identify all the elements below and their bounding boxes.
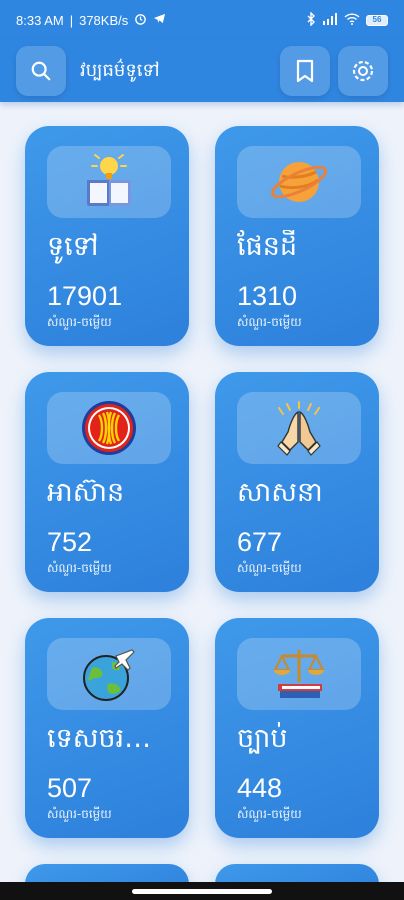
wifi-icon bbox=[344, 12, 360, 28]
count-label: សំណួរ-ចម្លើយ bbox=[237, 561, 302, 575]
settings-icon bbox=[352, 60, 374, 82]
category-name: ទូទៅ bbox=[47, 231, 99, 262]
category-name: ផែនដី bbox=[237, 231, 297, 262]
system-nav-bar bbox=[0, 882, 404, 900]
status-separator: | bbox=[69, 12, 74, 28]
signal-icon bbox=[322, 12, 338, 28]
card-thumb bbox=[237, 638, 361, 710]
question-count: 752 bbox=[47, 527, 93, 557]
status-left: 8:33 AM | 378KB/s bbox=[16, 12, 166, 28]
telegram-icon bbox=[153, 12, 166, 28]
count-label: សំណួរ-ចម្លើយ bbox=[237, 315, 302, 329]
alarm-icon bbox=[134, 12, 147, 28]
app-bar: វប្បធម៌ទូទៅ bbox=[0, 40, 404, 102]
bluetooth-icon bbox=[306, 10, 316, 29]
status-bar: 8:33 AM | 378KB/s 56 bbox=[0, 0, 404, 40]
count-label: សំណួរ-ចម្លើយ bbox=[237, 807, 302, 821]
status-right: 56 bbox=[306, 10, 388, 29]
category-card-religion[interactable]: សាសនា 677 សំណួរ-ចម្លើយ bbox=[215, 372, 379, 592]
bookmark-button[interactable] bbox=[280, 46, 330, 96]
question-count: 507 bbox=[47, 773, 93, 803]
page-title: វប្បធម៌ទូទៅ bbox=[80, 59, 160, 81]
category-name: ច្បាប់ bbox=[237, 723, 288, 754]
category-name: ទេសចរណ៍... bbox=[47, 723, 167, 754]
question-count: 17901 bbox=[47, 281, 123, 311]
card-thumb bbox=[47, 146, 171, 218]
category-card-law[interactable]: ច្បាប់ 448 សំណួរ-ចម្លើយ bbox=[215, 618, 379, 838]
status-time: 8:33 AM bbox=[16, 12, 64, 28]
count-label: សំណួរ-ចម្លើយ bbox=[47, 561, 112, 575]
network-speed: 378KB/s bbox=[79, 12, 129, 28]
bookmark-icon bbox=[296, 59, 314, 83]
category-card-earth[interactable]: ផែនដី 1310 សំណួរ-ចម្លើយ bbox=[215, 126, 379, 346]
card-thumb bbox=[237, 146, 361, 218]
settings-button[interactable] bbox=[338, 46, 388, 96]
count-label: សំណួរ-ចម្លើយ bbox=[47, 807, 112, 821]
search-button[interactable] bbox=[16, 46, 66, 96]
category-card-general[interactable]: ទូទៅ 17901 សំណួរ-ចម្លើយ bbox=[25, 126, 189, 346]
asean-emblem-icon bbox=[82, 401, 136, 455]
category-card-tourism[interactable]: ទេសចរណ៍... 507 សំណួរ-ចម្លើយ bbox=[25, 618, 189, 838]
category-name: សាសនា bbox=[237, 477, 323, 508]
question-count: 448 bbox=[237, 773, 283, 803]
home-indicator[interactable] bbox=[132, 888, 272, 894]
card-thumb bbox=[237, 392, 361, 464]
law-scales-icon bbox=[273, 650, 325, 698]
book-lightbulb-icon bbox=[87, 154, 131, 206]
count-label: សំណួរ-ចម្លើយ bbox=[47, 315, 112, 329]
app-bar-actions bbox=[280, 46, 388, 96]
category-card-asean[interactable]: អាស៊ាន 752 សំណួរ-ចម្លើយ bbox=[25, 372, 189, 592]
category-name: អាស៊ាន bbox=[47, 477, 125, 508]
battery-icon: 56 bbox=[366, 14, 388, 26]
praying-hands-icon bbox=[277, 401, 321, 456]
card-thumb bbox=[47, 638, 171, 710]
question-count: 1310 bbox=[237, 281, 298, 311]
globe-plane-icon bbox=[83, 649, 135, 701]
card-thumb bbox=[47, 392, 171, 464]
planet-icon bbox=[270, 162, 328, 202]
search-icon bbox=[31, 61, 51, 81]
question-count: 677 bbox=[237, 527, 283, 557]
category-grid: ទូទៅ 17901 សំណួរ-ចម្លើយ ផែនដី 1310 សំណួរ… bbox=[0, 126, 404, 900]
